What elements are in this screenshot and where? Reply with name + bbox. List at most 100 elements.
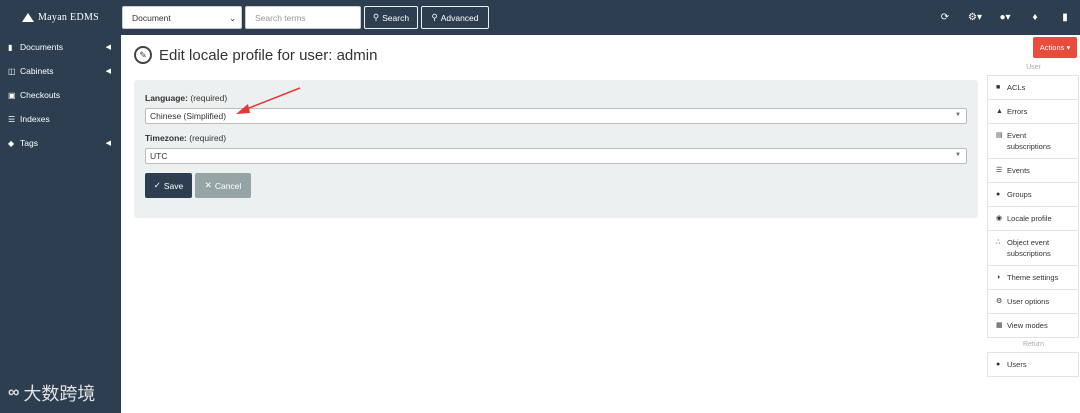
message-icon[interactable]: ▮ xyxy=(1050,12,1080,23)
search-model-value: Document xyxy=(132,12,171,23)
top-navbar: Mayan EDMS Document ⌄ Search terms ⚲ Sea… xyxy=(0,0,1080,35)
page-title: Edit locale profile for user: admin xyxy=(159,46,378,64)
language-label-text: Language: xyxy=(145,93,188,103)
search-model-select[interactable]: Document ⌄ xyxy=(122,6,242,29)
rss-icon: ∴ xyxy=(996,239,1001,246)
sidebar-item-tags[interactable]: ◆ Tags ◀ xyxy=(0,131,121,155)
chevron-left-icon: ◀ xyxy=(105,140,111,147)
return-heading: Return xyxy=(1022,341,1044,348)
action-events[interactable]: ☰ Events xyxy=(988,159,1078,183)
timezone-label-text: Timezone: xyxy=(145,133,187,143)
gear-menu-icon[interactable]: ⚙▾ xyxy=(960,12,990,23)
globe-icon: ◉ xyxy=(996,215,1003,222)
action-label: View modes xyxy=(1007,321,1048,330)
sidebar-item-label: Checkouts xyxy=(20,90,61,100)
action-label: Event subscriptions xyxy=(1007,131,1051,151)
actions-dropdown-button[interactable]: Actions ▾ xyxy=(1033,37,1077,58)
caret-down-icon: ▾ xyxy=(1066,43,1071,52)
search-icon: ⚲ xyxy=(372,12,380,22)
action-acls[interactable]: ■ ACLs xyxy=(988,76,1078,100)
search-button[interactable]: ⚲ Search xyxy=(364,6,418,29)
chevron-left-icon: ◀ xyxy=(105,68,111,75)
sidebar-item-label: Cabinets xyxy=(20,66,54,76)
action-object-event-subscriptions[interactable]: ∴ Object event subscriptions xyxy=(988,231,1078,266)
language-value: Chinese (Simplified) xyxy=(150,111,227,121)
user-actions-list: ■ ACLs ▲ Errors ▤ Event subscriptions ☰ … xyxy=(987,75,1079,338)
action-label: Locale profile xyxy=(1007,214,1052,223)
list-icon: ☰ xyxy=(8,114,16,124)
action-event-subscriptions[interactable]: ▤ Event subscriptions xyxy=(988,124,1078,159)
sidebar-item-checkouts[interactable]: ▣ Checkouts xyxy=(0,83,121,107)
action-label: Errors xyxy=(1007,107,1028,116)
close-icon: ✕ xyxy=(204,180,212,190)
action-groups[interactable]: ● Groups xyxy=(988,183,1078,207)
action-theme-settings[interactable]: ◑ Theme settings xyxy=(988,266,1078,290)
advanced-search-button[interactable]: ⚲ Advanced xyxy=(421,6,489,29)
action-errors[interactable]: ▲ Errors xyxy=(988,100,1078,124)
watermark: ∞ 大数跨境 xyxy=(8,380,95,406)
lock-icon: ■ xyxy=(996,84,1001,91)
sidebar: ▮ Documents ◀ ◫ Cabinets ◀ ▣ Checkouts ☰… xyxy=(0,35,121,413)
action-locale-profile[interactable]: ◉ Locale profile xyxy=(988,207,1078,231)
page-header: ✎ Edit locale profile for user: admin xyxy=(134,46,377,64)
watermark-logo-icon: ∞ xyxy=(8,384,20,401)
cog-icon: ⚙ xyxy=(996,298,1003,305)
navbar-right: ⟳ ⚙▾ ●▾ ♦ ▮ xyxy=(930,0,1080,35)
bell-icon[interactable]: ♦ xyxy=(1020,12,1050,23)
timezone-required: (required) xyxy=(189,133,227,143)
action-view-modes[interactable]: ▦ View modes xyxy=(988,314,1078,337)
user-icon: ● xyxy=(996,361,1001,368)
brand-name: Mayan EDMS xyxy=(37,12,100,23)
chevron-left-icon: ◀ xyxy=(105,44,111,51)
user-heading: User xyxy=(1026,64,1041,71)
refresh-icon[interactable]: ⟳ xyxy=(930,12,960,23)
search-plus-icon: ⚲ xyxy=(431,12,438,22)
action-label: Events xyxy=(1007,166,1030,175)
chevron-down-icon: ▼ xyxy=(955,112,961,118)
event-subscription-icon: ▤ xyxy=(996,132,1003,139)
timezone-label: Timezone: (required) xyxy=(145,133,226,143)
table-icon: ▦ xyxy=(996,322,1003,329)
warning-icon: ▲ xyxy=(996,108,1003,115)
action-label: Users xyxy=(1007,360,1027,369)
language-required: (required) xyxy=(190,93,228,103)
save-button[interactable]: ✓ Save xyxy=(145,173,192,198)
cancel-button[interactable]: ✕ Cancel xyxy=(195,173,251,198)
brand-logo[interactable]: Mayan EDMS xyxy=(0,12,121,23)
save-button-label: Save xyxy=(163,180,184,191)
action-label: Theme settings xyxy=(1007,273,1059,282)
sidebar-item-indexes[interactable]: ☰ Indexes xyxy=(0,107,121,131)
action-label: Groups xyxy=(1007,190,1032,199)
user-menu-icon[interactable]: ●▾ xyxy=(990,12,1020,23)
action-label: ACLs xyxy=(1007,83,1026,92)
sidebar-item-cabinets[interactable]: ◫ Cabinets ◀ xyxy=(0,59,121,83)
palette-icon: ◑ xyxy=(996,274,1001,281)
users-icon: ● xyxy=(996,191,1001,198)
action-user-options[interactable]: ⚙ User options xyxy=(988,290,1078,314)
sidebar-item-label: Indexes xyxy=(20,114,50,124)
chevron-down-icon: ⌄ xyxy=(229,14,236,23)
chevron-down-icon: ▼ xyxy=(955,152,961,158)
action-label: Object event subscriptions xyxy=(1007,238,1051,258)
book-icon: ▮ xyxy=(8,42,13,52)
check-icon: ✓ xyxy=(153,180,161,190)
timezone-value: UTC xyxy=(150,151,168,161)
mayan-logo-icon xyxy=(21,13,34,22)
cart-icon: ▣ xyxy=(8,90,16,100)
advanced-button-label: Advanced xyxy=(440,12,479,23)
sidebar-item-label: Tags xyxy=(20,138,38,148)
list-ol-icon: ☰ xyxy=(996,167,1003,174)
annotation-arrow-icon xyxy=(236,87,301,114)
sidebar-item-documents[interactable]: ▮ Documents ◀ xyxy=(0,35,121,59)
search-button-label: Search xyxy=(382,12,410,23)
columns-icon: ◫ xyxy=(8,66,16,76)
globe-edit-icon: ✎ xyxy=(134,46,152,64)
sidebar-item-label: Documents xyxy=(20,42,63,52)
search-input[interactable]: Search terms xyxy=(245,6,361,29)
timezone-select[interactable]: UTC ▼ xyxy=(145,148,967,164)
watermark-text: 大数跨境 xyxy=(23,384,96,405)
action-users[interactable]: ● Users xyxy=(988,353,1078,376)
tag-icon: ◆ xyxy=(8,138,15,148)
return-actions-list: ● Users xyxy=(987,352,1079,377)
language-label: Language: (required) xyxy=(145,93,227,103)
